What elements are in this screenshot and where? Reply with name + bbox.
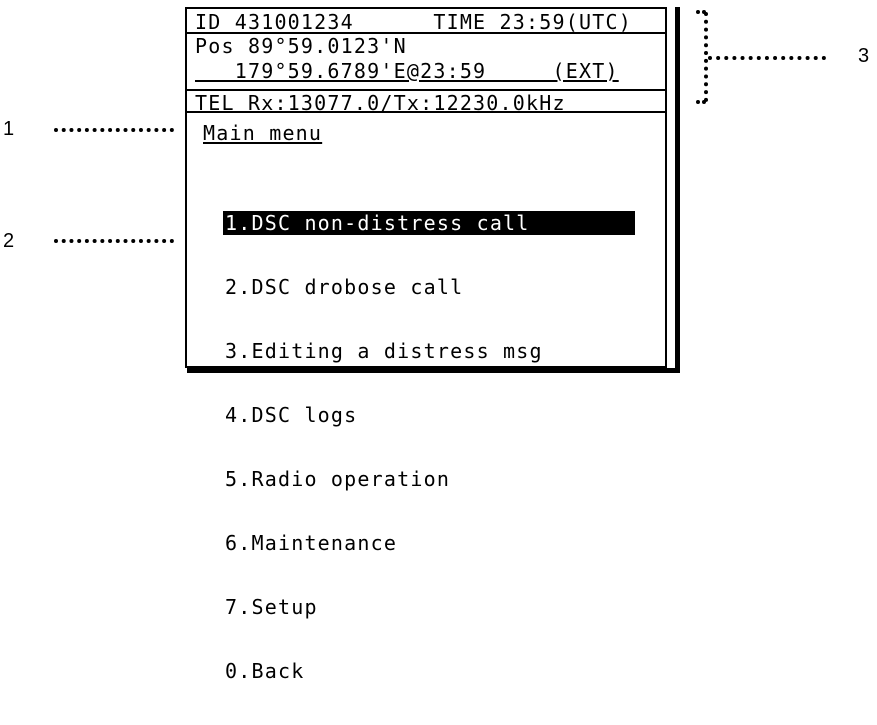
status-row-tel: TEL Rx:13077.0/Tx:12230.0kHz [187,89,665,113]
status-row-position: Pos 89°59.0123'N 179°59.6789'E@23:59 (EX… [187,34,665,84]
lcd-screen: ID 431001234 TIME 23:59(UTC) Pos 89°59.0… [185,7,667,683]
status-area: ID 431001234 TIME 23:59(UTC) Pos 89°59.0… [187,9,665,113]
menu-list: 1.DSC non-distress call 2.DSC drobose ca… [223,171,635,723]
screen-shadow-right [675,7,680,373]
menu-item-editing-distress-msg[interactable]: 3.Editing a distress msg [223,339,635,363]
position-longitude: 179°59.6789'E@23:59 (EXT) [195,59,619,83]
menu-item-maintenance[interactable]: 6.Maintenance [223,531,635,555]
menu-item-dsc-logs[interactable]: 4.DSC logs [223,403,635,427]
menu-title: Main menu [203,121,323,145]
menu-item-dsc-non-distress-call[interactable]: 1.DSC non-distress call [223,211,635,235]
menu-item-dsc-drobose-call[interactable]: 2.DSC drobose call [223,275,635,299]
callout-3-bracket-bottom [696,100,706,104]
callout-3-bracket-top [696,10,706,14]
position-latitude: Pos 89°59.0123'N [195,34,407,58]
callout-1-leader [54,128,174,132]
menu-item-back[interactable]: 0.Back [223,659,635,683]
callout-2-leader [54,239,174,243]
id-time-text: ID 431001234 TIME 23:59(UTC) [195,10,632,34]
callout-3-leader [708,56,826,60]
tel-frequency: TEL Rx:13077.0/Tx:12230.0kHz [195,91,566,115]
callout-3-label: 3 [858,45,870,67]
callout-2-label: 2 [3,230,15,252]
callout-1-label: 1 [3,118,15,140]
menu-item-radio-operation[interactable]: 5.Radio operation [223,467,635,491]
menu-item-setup[interactable]: 7.Setup [223,595,635,619]
status-row-id-time: ID 431001234 TIME 23:59(UTC) [187,9,665,34]
